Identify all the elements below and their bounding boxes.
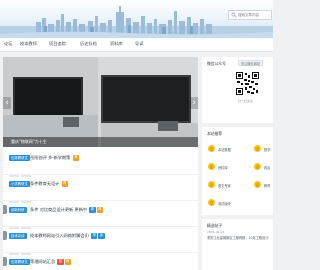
recommend-item[interactable]: 本站数据 <box>208 145 240 153</box>
post-title[interactable]: 条件教育无设计 荐 <box>30 181 68 187</box>
post-badge: 荐 <box>91 233 98 239</box>
nav-item-archive[interactable]: 历史存档 <box>80 41 97 47</box>
lightbulb-icon <box>254 181 261 188</box>
lightbulb-icon <box>208 163 215 170</box>
recommend-item[interactable]: 政治 <box>254 163 286 171</box>
nav-item-projects[interactable]: 项目追踪 <box>49 41 66 47</box>
recommend-item[interactable]: 测试版块 <box>208 199 240 207</box>
recommend-item[interactable]: 语文专家 <box>208 181 240 189</box>
post-title[interactable]: 岳阳创评 乡·新学期策 荐 <box>30 155 79 161</box>
post-category[interactable]: 小学教研文 <box>9 181 30 187</box>
search-box[interactable] <box>228 10 272 20</box>
post-badge: 荐 <box>61 181 68 187</box>
post-category[interactable]: 创新科研 <box>9 207 27 213</box>
nav-item-teachers[interactable]: 校本教师 <box>20 41 37 47</box>
wechat-card: 微信公众号 关注微信网站 扫一扫关注 <box>202 57 273 123</box>
news-link[interactable]: 重庆江北星城新区工程网络，10月工程设计 <box>207 235 268 240</box>
recommend-item[interactable]: 资料库 <box>208 163 240 171</box>
news-card-title: 精选帖子 <box>207 223 223 228</box>
lightbulb-icon <box>208 181 215 188</box>
post-meta <box>9 165 49 177</box>
post-badge: 荐 <box>72 155 79 161</box>
search-input[interactable] <box>238 11 272 19</box>
nav-item-library[interactable]: 资料库 <box>110 41 123 47</box>
site-header <box>0 0 273 38</box>
qr-caption: 扫一扫关注 <box>238 99 254 103</box>
post-title[interactable]: 条件 对比商品设计更新 更新中 新荐 <box>30 207 103 213</box>
main-nav: 论坛 校本教师 项目追踪 历史存档 资料库 导读 <box>0 38 273 52</box>
list-item[interactable]: 创新科研 条件 对比商品设计更新 更新中 新荐 <box>3 201 198 229</box>
qr-code <box>235 71 260 96</box>
nav-item-forum[interactable]: 论坛 <box>4 41 12 47</box>
search-icon <box>231 12 237 18</box>
wechat-card-title: 微信公众号 <box>207 61 226 66</box>
slider-next-button[interactable]: › <box>190 97 198 109</box>
slide-caption-bar: 重庆"物联网"力十主 <box>3 137 198 147</box>
avatar <box>3 205 7 214</box>
post-category[interactable]: 优秀教研文 <box>9 259 30 265</box>
list-item[interactable]: 小学教研文 条件教育无设计 荐 <box>3 175 198 203</box>
list-item[interactable]: 技术杂谈 校本教师网站引入网络附属会(Ⅰ) 荐新 <box>3 227 198 255</box>
slider-dots <box>179 140 193 147</box>
lightbulb-icon <box>254 163 261 170</box>
news-date: 2016-01-01 <box>207 230 225 234</box>
main-content: ‹ › 重庆"物联网"力十主 优秀教研文 岳阳创评 乡·新学期策 荐 小学教研文… <box>3 57 198 270</box>
recommend-item[interactable]: 教育 <box>254 181 286 189</box>
post-category[interactable]: 技术杂谈 <box>9 233 27 239</box>
nav-item-guide[interactable]: 导读 <box>135 41 143 47</box>
post-meta <box>9 243 49 255</box>
post-badge: 新 <box>89 207 96 213</box>
post-title[interactable]: 等理网站汇总 热荐 <box>30 259 71 265</box>
recommend-card-title: 本站推荐 <box>207 131 223 136</box>
list-item[interactable]: 优秀教研文 等理网站汇总 热荐 <box>3 253 198 270</box>
slide-caption[interactable]: 重庆"物联网"力十主 <box>11 139 47 145</box>
list-item[interactable]: 优秀教研文 岳阳创评 乡·新学期策 荐 <box>3 149 198 177</box>
lightbulb-icon <box>208 145 215 152</box>
wechat-tab[interactable]: 关注微信网站 <box>238 59 264 66</box>
post-meta <box>9 191 49 203</box>
post-badge: 荐 <box>96 207 103 213</box>
recommend-item[interactable]: 数学 <box>254 145 286 153</box>
slider-prev-button[interactable]: ‹ <box>3 97 11 109</box>
lightbulb-icon <box>254 145 261 152</box>
recommend-card: 本站推荐 本站数据 数学 资料库 政治 语文专家 教育 测试版块 <box>202 127 273 215</box>
post-category[interactable]: 优秀教研文 <box>9 155 30 161</box>
post-badge: 热 <box>57 259 64 265</box>
news-card: 精选帖子 2016-01-01 重庆江北星城新区工程网络，10月工程设计 <box>202 219 273 270</box>
image-slider[interactable]: ‹ › 重庆"物联网"力十主 <box>3 57 198 147</box>
avatar <box>3 231 7 240</box>
post-badge: 新 <box>98 233 105 239</box>
slide-image <box>3 57 198 147</box>
post-badge: 荐 <box>64 259 71 265</box>
post-meta <box>9 217 49 229</box>
avatar <box>3 257 7 266</box>
lightbulb-icon <box>208 199 215 206</box>
post-title[interactable]: 校本教师网站引入网络附属会(Ⅰ) 荐新 <box>30 233 105 239</box>
